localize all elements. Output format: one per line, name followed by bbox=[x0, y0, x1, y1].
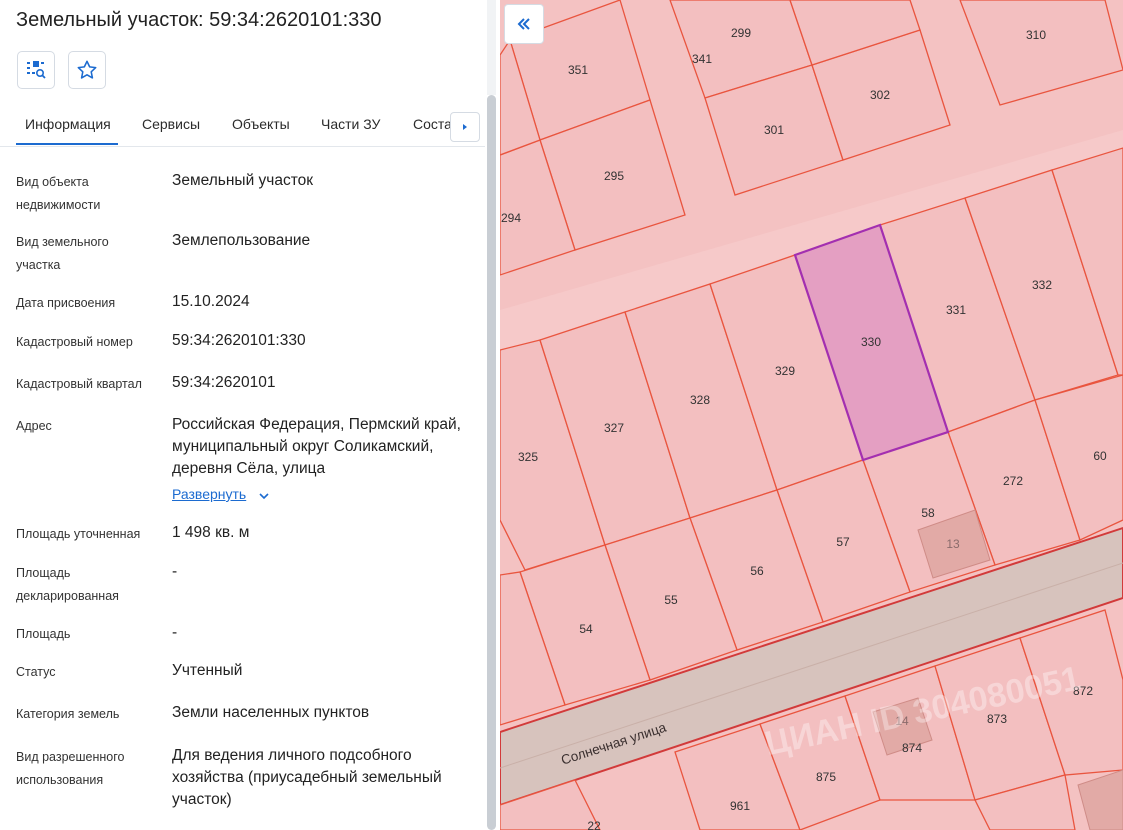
parcel-label: 341 bbox=[692, 52, 712, 66]
parcel-label: 58 bbox=[921, 506, 935, 520]
parcel-label: 299 bbox=[731, 26, 751, 40]
building-label: 13 bbox=[946, 537, 960, 551]
parcel-label: 332 bbox=[1032, 278, 1052, 292]
field-label: Кадастровый номер bbox=[16, 335, 133, 349]
parcel-label: 351 bbox=[568, 63, 588, 77]
star-icon bbox=[77, 60, 97, 79]
field-value: 59:34:2620101 bbox=[172, 374, 276, 391]
field-label: Дата присвоения bbox=[16, 296, 116, 310]
collapse-panel-button[interactable] bbox=[504, 4, 544, 44]
locate-on-map-icon bbox=[27, 61, 46, 79]
parcel-label: 56 bbox=[750, 564, 764, 578]
parcel-label: 60 bbox=[1093, 449, 1107, 463]
parcel-label: 328 bbox=[690, 393, 710, 407]
parcel-label: 272 bbox=[1003, 474, 1023, 488]
field-value: Землепользование bbox=[172, 232, 311, 249]
page-title: Земельный участок: 59:34:2620101:330 bbox=[16, 9, 382, 31]
tab-parts[interactable]: Части ЗУ bbox=[321, 116, 380, 132]
parcel-label: 55 bbox=[664, 593, 678, 607]
chevron-down-icon[interactable] bbox=[257, 489, 271, 503]
map-canvas[interactable]: 299 310 351 341 302 301 295 294 332 331 … bbox=[500, 0, 1123, 830]
field-value: 15.10.2024 bbox=[172, 293, 250, 310]
tabs-next-button[interactable] bbox=[450, 112, 480, 142]
parcel-label: 22 bbox=[587, 819, 601, 830]
parcel-label: 301 bbox=[764, 123, 784, 137]
tab-objects[interactable]: Объекты bbox=[232, 116, 290, 132]
field-label: Вид объекта недвижимости bbox=[16, 175, 101, 212]
double-chevron-left-icon bbox=[517, 18, 530, 30]
parcel-label: 54 bbox=[579, 622, 593, 636]
chevron-right-icon bbox=[463, 124, 467, 130]
field-label: Статус bbox=[16, 665, 56, 679]
scrollbar-track bbox=[487, 0, 496, 95]
cadastral-map[interactable]: 299 310 351 341 302 301 295 294 332 331 … bbox=[500, 0, 1123, 830]
selected-parcel-label[interactable]: 330 bbox=[861, 335, 881, 349]
field-label: Категория земель bbox=[16, 707, 120, 721]
parcel-label: 310 bbox=[1026, 28, 1046, 42]
tab-info[interactable]: Информация bbox=[25, 116, 111, 132]
active-tab-indicator bbox=[16, 143, 118, 145]
tab-bar: Информация Сервисы Объекты Части ЗУ Сост… bbox=[0, 100, 485, 147]
parcel-label: 302 bbox=[870, 88, 890, 102]
tab-composition[interactable]: Соста bbox=[413, 116, 452, 132]
parcel-label: 327 bbox=[604, 421, 624, 435]
field-value: 1 498 кв. м bbox=[172, 524, 250, 541]
parcel-label: 961 bbox=[730, 799, 750, 813]
field-label: Площадь bbox=[16, 627, 71, 641]
add-to-favorites-button[interactable] bbox=[68, 51, 106, 89]
parcel-label: 57 bbox=[836, 535, 850, 549]
field-value: Российская Федерация, Пермский край, мун… bbox=[172, 416, 461, 477]
field-value: Земли населенных пунктов bbox=[172, 704, 370, 721]
panel-scrollbar[interactable] bbox=[487, 95, 496, 830]
field-value: Учтенный bbox=[172, 662, 243, 679]
expand-address-link[interactable]: Развернуть bbox=[172, 486, 246, 502]
field-label: Кадастровый квартал bbox=[16, 377, 142, 391]
info-panel: Земельный участок: 59:34:2620101:330 Инф… bbox=[0, 0, 500, 830]
tab-services[interactable]: Сервисы bbox=[142, 116, 200, 132]
field-label: Площадь декларированная bbox=[16, 566, 119, 603]
parcel-label: 294 bbox=[501, 211, 521, 225]
field-label: Площадь уточненная bbox=[16, 527, 141, 541]
field-value: Земельный участок bbox=[172, 172, 314, 189]
parcel-label: 874 bbox=[902, 741, 922, 755]
field-value: - bbox=[172, 624, 178, 641]
parcel-label: 875 bbox=[816, 770, 836, 784]
parcel-label: 295 bbox=[604, 169, 624, 183]
field-label: Вид разрешенного использования bbox=[16, 750, 125, 787]
field-value: Для ведения личного подсобного хозяйства… bbox=[172, 747, 442, 808]
field-value: - bbox=[172, 563, 178, 580]
parcel-label: 329 bbox=[775, 364, 795, 378]
parcel-label: 331 bbox=[946, 303, 966, 317]
field-label: Адрес bbox=[16, 419, 52, 433]
parcel-label: 325 bbox=[518, 450, 538, 464]
field-label: Вид земельного участка bbox=[16, 235, 109, 272]
locate-on-map-button[interactable] bbox=[17, 51, 55, 89]
field-value: 59:34:2620101:330 bbox=[172, 332, 306, 349]
